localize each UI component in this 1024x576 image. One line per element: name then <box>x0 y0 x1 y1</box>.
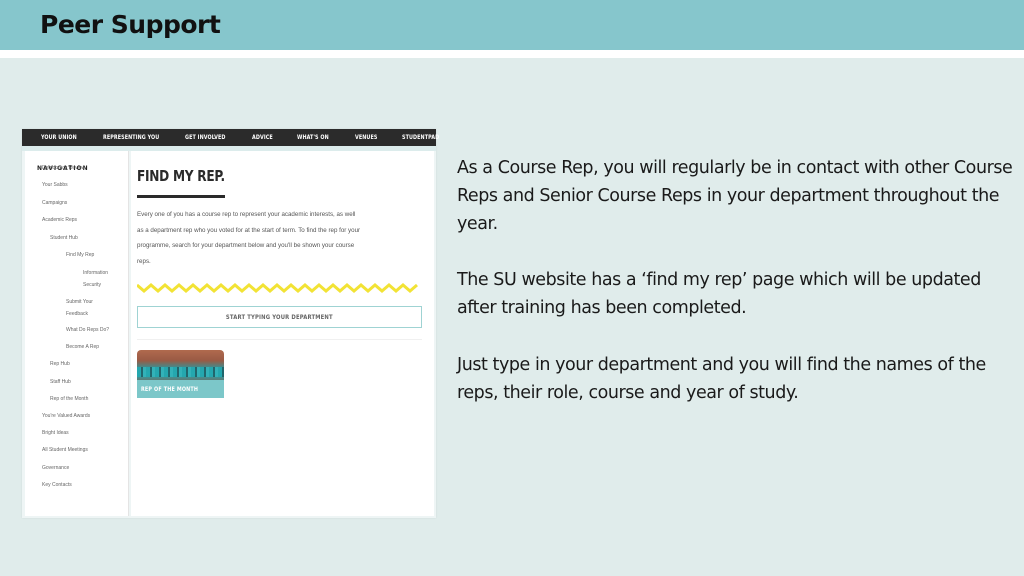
sidebar-item[interactable]: Staff Hub <box>50 377 71 387</box>
page-heading: FIND MY REP. <box>137 167 225 185</box>
paragraph-find-my-rep: The SU website has a ‘find my rep’ page … <box>457 270 981 318</box>
sidebar-item[interactable]: Rep of the Month <box>50 394 88 404</box>
nav-studentpad[interactable]: STUDENTPAD <box>402 134 439 141</box>
sidebar-item[interactable]: Find My Rep <box>66 250 94 260</box>
nav-get-involved[interactable]: GET INVOLVED <box>185 134 226 141</box>
website-screenshot: YOUR UNION REPRESENTING YOU GET INVOLVED… <box>22 129 439 518</box>
sidebar-item[interactable]: All Student Meetings <box>42 445 88 455</box>
paragraph-department-search: Just type in your department and you wil… <box>457 355 986 403</box>
sidebar-item[interactable]: You're Valued Awards <box>42 411 90 421</box>
sidebar-item[interactable]: Academic Reps <box>42 215 77 225</box>
department-search-input[interactable]: START TYPING YOUR DEPARTMENT <box>137 306 422 328</box>
sidebar-item[interactable]: Security <box>83 280 101 290</box>
nav-representing-you[interactable]: REPRESENTING YOU <box>103 134 159 141</box>
website-sidebar: NAVIGATION Democracy Review Your Sabbs Cam… <box>25 151 129 516</box>
nav-your-union[interactable]: YOUR UNION <box>41 134 77 141</box>
sidebar-item[interactable]: Governance <box>42 463 69 473</box>
title-divider <box>0 50 1024 58</box>
sidebar-item[interactable]: Submit Your <box>66 297 93 307</box>
sidebar-item[interactable]: Student Hub <box>50 233 78 243</box>
sidebar-item[interactable]: Your Sabbs <box>42 180 68 190</box>
rep-of-the-month-card[interactable]: REP OF THE MONTH <box>137 350 224 398</box>
intro-line: as a department rep who you voted for at… <box>137 226 361 234</box>
website-top-nav: YOUR UNION REPRESENTING YOU GET INVOLVED… <box>22 129 439 146</box>
sidebar-item[interactable]: Rep Hub <box>50 359 70 369</box>
paragraph-course-rep: As a Course Rep, you will regularly be i… <box>457 158 1013 234</box>
search-placeholder: START TYPING YOUR DEPARTMENT <box>226 313 333 321</box>
sidebar-item[interactable]: Bright Ideas <box>42 428 69 438</box>
sidebar-item[interactable]: Feedback <box>66 309 88 319</box>
sidebar-item[interactable]: Become A Rep <box>66 342 99 352</box>
nav-whats-on[interactable]: WHAT'S ON <box>297 134 329 141</box>
sidebar-item[interactable]: Democracy Review <box>42 163 85 173</box>
rep-group-photo <box>137 350 224 380</box>
intro-text: Every one of you has a course rep to rep… <box>137 207 427 270</box>
sidebar-item[interactable]: Campaigns <box>42 198 67 208</box>
heading-underline <box>137 195 225 198</box>
intro-line: reps. <box>137 258 151 266</box>
sidebar-item[interactable]: Key Contacts <box>42 480 72 490</box>
rep-card-label: REP OF THE MONTH <box>137 380 224 398</box>
slide-title-bar: Peer Support <box>0 0 1024 50</box>
rep-card-label-text: REP OF THE MONTH <box>141 385 199 393</box>
sidebar-item[interactable]: What Do Reps Do? <box>66 325 109 335</box>
intro-line: programme, search for your department be… <box>137 242 355 250</box>
sidebar-item[interactable]: Information <box>83 268 108 278</box>
intro-line: Every one of you has a course rep to rep… <box>137 211 356 218</box>
nav-venues[interactable]: VENUES <box>355 134 377 141</box>
website-main: FIND MY REP. Every one of you has a cour… <box>131 151 434 516</box>
slide-title: Peer Support <box>40 10 221 39</box>
zigzag-divider <box>137 283 418 293</box>
nav-advice[interactable]: ADVICE <box>252 134 273 141</box>
search-divider <box>137 339 422 340</box>
